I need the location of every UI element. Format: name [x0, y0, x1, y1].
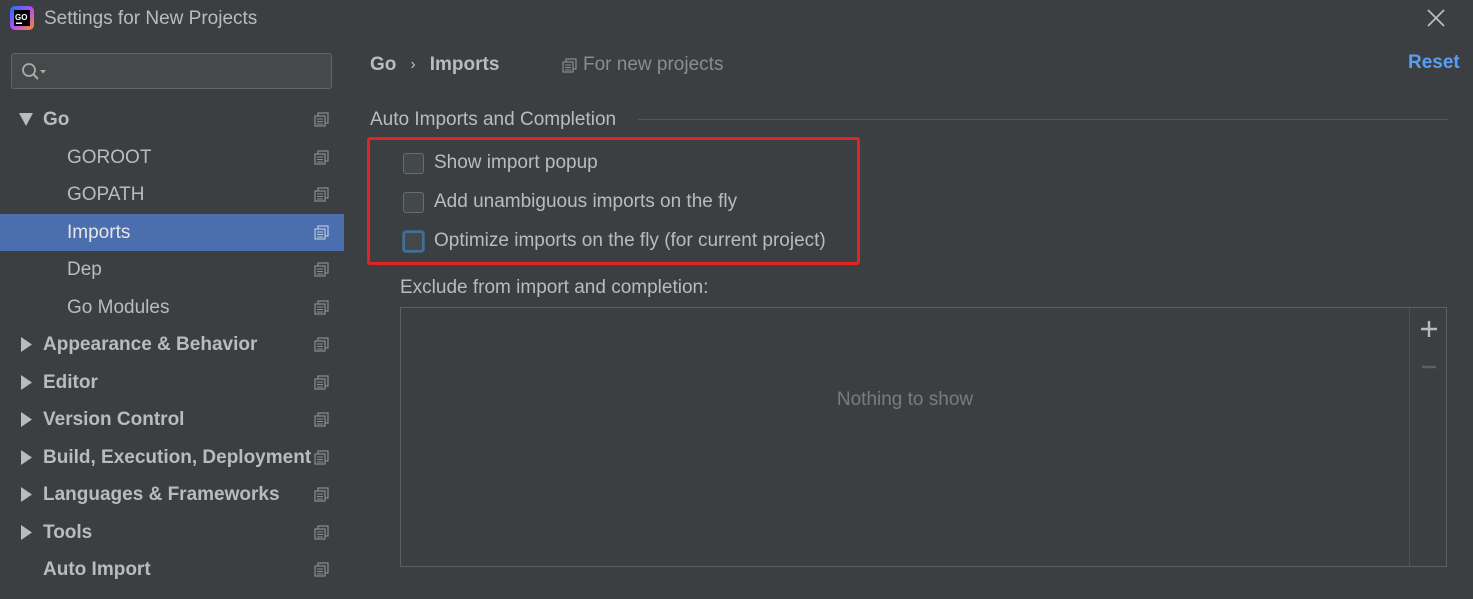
section-divider: [638, 119, 1448, 120]
search-icon: [22, 63, 46, 80]
title-bar: GO Settings for New Projects: [0, 0, 1473, 38]
chevron-right-icon[interactable]: [18, 476, 34, 513]
svg-text:GO: GO: [15, 13, 27, 22]
sidebar-item-label: Imports: [67, 221, 131, 243]
chevron-right-icon[interactable]: [18, 514, 34, 551]
project-scope-icon: [314, 299, 329, 315]
add-unambiguous-imports-option[interactable]: Add unambiguous imports on the fly: [403, 189, 737, 215]
scope-note-text: For new projects: [583, 54, 724, 75]
project-scope-icon: [314, 337, 329, 352]
sidebar-item-build-execution-deployment[interactable]: Build, Execution, Deployment: [0, 439, 344, 477]
sidebar-item-label: Tools: [43, 521, 93, 543]
project-scope-icon: [314, 524, 329, 540]
sidebar-item-label: Languages & Frameworks: [43, 484, 280, 505]
sidebar-item-version-control[interactable]: Version Control: [0, 401, 344, 439]
sidebar-item-label: Auto Import: [43, 559, 151, 580]
checkbox-label: Add unambiguous imports on the fly: [434, 191, 738, 212]
settings-tree: Go GOROOT GOPATH Imports Dep Go Modules …: [0, 101, 344, 589]
settings-search[interactable]: [11, 53, 332, 89]
project-scope-icon: [314, 449, 329, 465]
show-import-popup-option[interactable]: Show import popup: [403, 150, 598, 176]
sidebar-item-tools[interactable]: Tools: [0, 514, 344, 552]
chevron-right-icon[interactable]: [18, 326, 34, 363]
sidebar-item-label: Editor: [43, 371, 98, 393]
sidebar-item-label: Appearance & Behavior: [43, 334, 258, 355]
sidebar-item-label: Go: [43, 109, 70, 130]
breadcrumb-item-imports: Imports: [429, 54, 500, 75]
sidebar-item-label: Build, Execution, Deployment: [43, 446, 312, 468]
show-import-popup-checkbox[interactable]: [403, 152, 424, 174]
sidebar-item-gopath[interactable]: GOPATH: [0, 176, 344, 214]
checkbox-label: Optimize imports on the fly (for current…: [434, 230, 826, 251]
add-unambiguous-imports-checkbox[interactable]: [403, 191, 424, 213]
sidebar-item-label: Dep: [67, 259, 102, 280]
plus-icon[interactable]: [1418, 318, 1440, 340]
scope-note: For new projects: [562, 52, 723, 78]
minus-icon[interactable]: [1418, 356, 1440, 378]
chevron-right-icon[interactable]: [18, 401, 34, 438]
breadcrumb-item-go[interactable]: Go: [370, 54, 396, 76]
breadcrumb: Go › Imports: [370, 52, 499, 78]
chevron-right-icon[interactable]: [18, 364, 34, 401]
project-scope-icon: [314, 187, 329, 202]
project-scope-icon: [314, 374, 329, 390]
project-scope-icon: [314, 224, 329, 240]
sidebar-item-imports[interactable]: Imports: [0, 213, 344, 251]
window-title: Settings for New Projects: [44, 8, 258, 29]
section-title: Auto Imports and Completion: [370, 109, 617, 130]
toolbar-divider: [1409, 308, 1410, 566]
optimize-imports-option[interactable]: Optimize imports on the fly (for current…: [403, 228, 826, 254]
checkbox-label: Show import popup: [434, 152, 598, 173]
sidebar-item-appearance-behavior[interactable]: Appearance & Behavior: [0, 326, 344, 364]
project-scope-icon: [314, 562, 329, 577]
chevron-down-icon[interactable]: [18, 101, 34, 138]
sidebar-item-editor[interactable]: Editor: [0, 364, 344, 402]
project-scope-icon: [314, 149, 329, 165]
sidebar-item-label: Version Control: [43, 409, 185, 430]
empty-state-text: Nothing to show: [836, 389, 974, 410]
search-input[interactable]: [52, 58, 322, 84]
project-scope-icon: [314, 112, 329, 127]
sidebar-item-label: GOPATH: [67, 184, 145, 205]
sidebar-item-languages-frameworks[interactable]: Languages & Frameworks: [0, 476, 344, 514]
project-scope-icon: [314, 262, 329, 277]
sidebar-item-label: Go Modules: [67, 296, 170, 318]
close-icon[interactable]: [1424, 6, 1448, 30]
optimize-imports-checkbox[interactable]: [403, 230, 424, 252]
sidebar-item-dep[interactable]: Dep: [0, 251, 344, 289]
settings-sidebar: Go GOROOT GOPATH Imports Dep Go Modules …: [0, 38, 344, 599]
sidebar-item-go[interactable]: Go: [0, 101, 344, 139]
project-scope-icon: [562, 57, 577, 73]
settings-content: Go › Imports For new projects Reset Auto…: [344, 38, 1473, 599]
sidebar-item-go-modules[interactable]: Go Modules: [0, 289, 344, 327]
sidebar-item-label: GOROOT: [67, 146, 152, 168]
sidebar-item-goroot[interactable]: GOROOT: [0, 139, 344, 177]
goland-app-icon: GO: [10, 6, 34, 30]
project-scope-icon: [314, 487, 329, 502]
project-scope-icon: [314, 412, 329, 427]
reset-button[interactable]: Reset: [1408, 52, 1460, 74]
sidebar-item-auto-import[interactable]: Auto Import: [0, 551, 344, 589]
breadcrumb-separator: ›: [410, 56, 416, 73]
exclude-label: Exclude from import and completion:: [400, 277, 709, 298]
chevron-right-icon[interactable]: [18, 439, 34, 476]
exclude-list[interactable]: Nothing to show: [400, 307, 1447, 567]
